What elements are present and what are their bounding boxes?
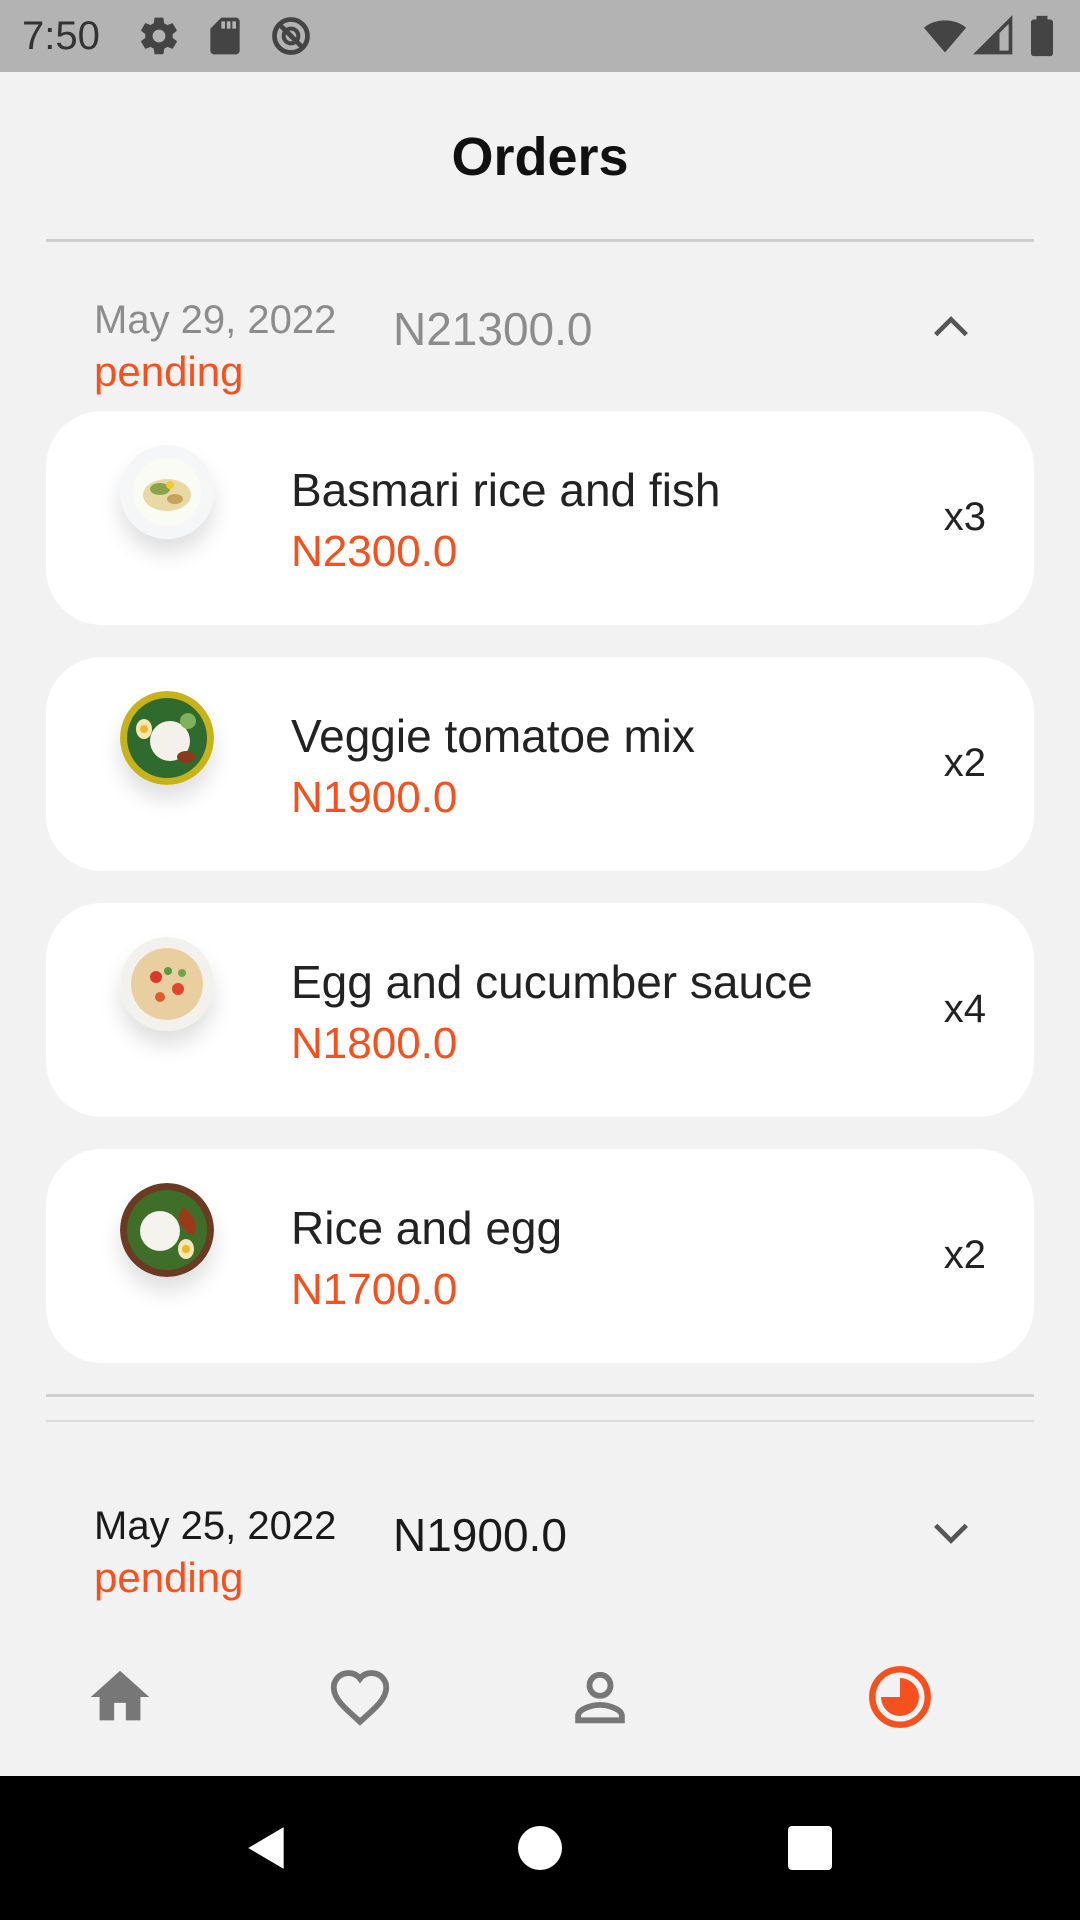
no-sync-icon [272, 17, 310, 55]
chevron-down-icon[interactable] [928, 1510, 974, 1556]
order-item-card[interactable]: Basmari rice and fish N2300.0 x3 [46, 411, 1034, 625]
home-icon[interactable] [85, 1662, 155, 1732]
system-navigation-bar [0, 1776, 1080, 1920]
battery-icon [1031, 15, 1053, 57]
wifi-icon [923, 20, 967, 53]
order-status: pending [94, 348, 244, 395]
sd-card-icon [210, 17, 240, 55]
page-title: Orders [451, 127, 629, 187]
home-button-icon[interactable] [516, 1824, 564, 1872]
order-date: May 29, 2022 [94, 298, 337, 342]
order-item-card[interactable]: Veggie tomatoe mix N1900.0 x2 [46, 657, 1034, 871]
order-item-card[interactable]: Rice and egg N1700.0 x2 [46, 1149, 1034, 1363]
item-price: N1900.0 [291, 773, 458, 822]
chevron-up-icon[interactable] [928, 304, 974, 350]
header-divider [46, 239, 1034, 242]
food-image [120, 445, 214, 539]
favorites-icon[interactable] [325, 1662, 395, 1732]
profile-icon[interactable] [565, 1662, 635, 1732]
bottom-navigation [0, 1636, 1080, 1776]
item-price: N2300.0 [291, 527, 458, 576]
food-image [120, 937, 214, 1031]
item-name: Basmari rice and fish [291, 464, 721, 516]
order-item-card[interactable]: Egg and cucumber sauce N1800.0 x4 [46, 903, 1034, 1117]
food-image [120, 1183, 214, 1277]
item-price: N1800.0 [291, 1019, 458, 1068]
order-status: pending [94, 1554, 244, 1601]
item-name: Veggie tomatoe mix [291, 710, 696, 762]
item-name: Egg and cucumber sauce [291, 956, 813, 1008]
item-quantity: x3 [943, 495, 986, 539]
cell-signal-icon [973, 15, 1013, 55]
order-divider [46, 1420, 1034, 1422]
item-quantity: x2 [943, 1233, 986, 1277]
item-quantity: x4 [943, 987, 986, 1031]
order-date: May 25, 2022 [94, 1504, 337, 1548]
gear-icon [141, 17, 177, 55]
food-image [120, 691, 214, 785]
status-bar: 7:50 [0, 0, 1080, 72]
back-icon[interactable] [242, 1822, 292, 1874]
order-total: N21300.0 [393, 303, 593, 355]
recents-icon[interactable] [786, 1824, 834, 1872]
order-divider [46, 1394, 1034, 1397]
orders-history-icon[interactable] [865, 1662, 935, 1732]
item-price: N1700.0 [291, 1265, 458, 1314]
order-total: N1900.0 [393, 1509, 567, 1561]
item-quantity: x2 [943, 741, 986, 785]
item-name: Rice and egg [291, 1202, 563, 1254]
status-time: 7:50 [22, 14, 100, 58]
